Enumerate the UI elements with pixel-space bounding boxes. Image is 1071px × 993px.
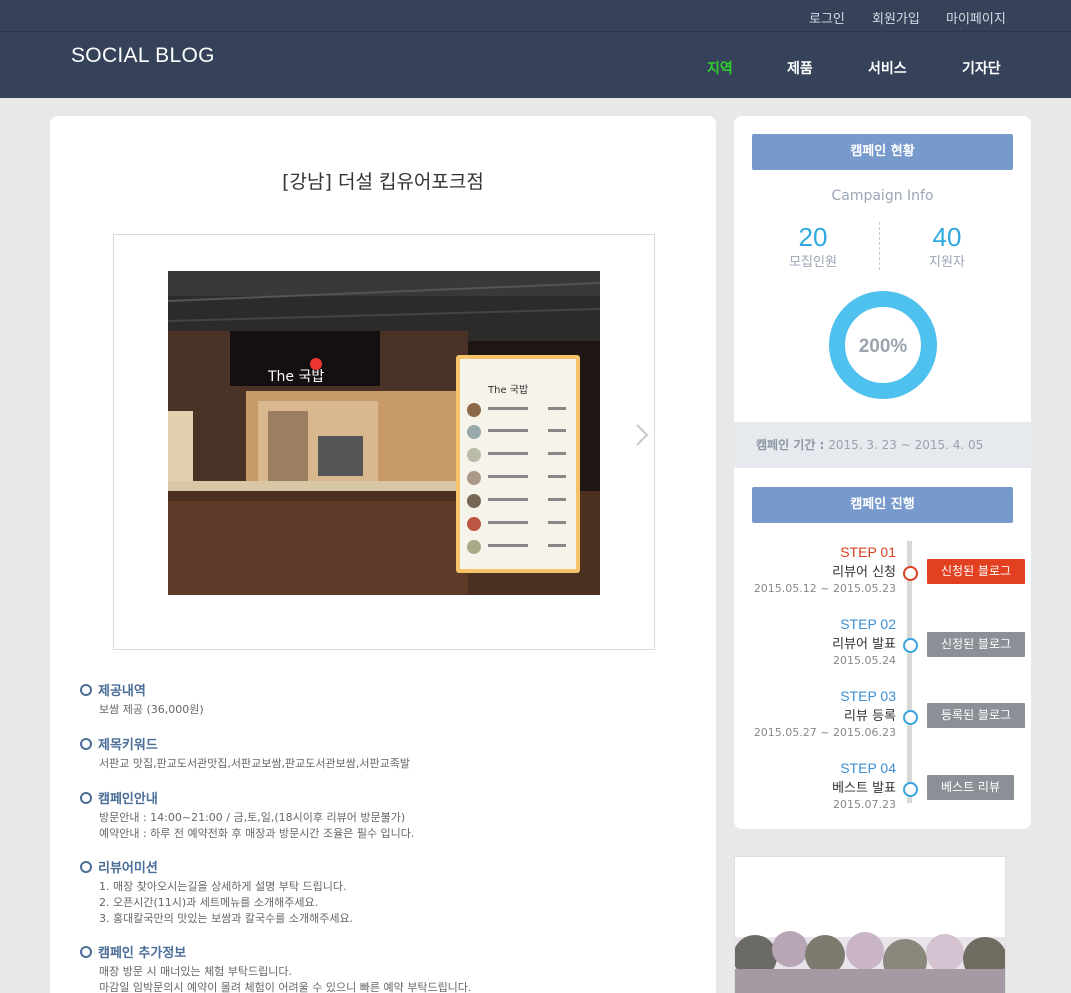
applicant-label: 지원자 xyxy=(929,255,965,270)
stat-divider xyxy=(879,222,880,270)
ratio-donut-chart: 200% xyxy=(829,291,937,399)
step-01-dot xyxy=(903,566,918,581)
section-campaign-guide: 캠페인안내 방문안내 : 14:00~21:00 / 금,토,일,(18시이후 … xyxy=(80,788,414,842)
nav-region[interactable]: 지역 xyxy=(707,58,733,78)
step-date: 2015.05.24 xyxy=(833,654,896,667)
section-heading: 리뷰어미션 xyxy=(98,861,158,876)
circle-bullet-icon xyxy=(80,737,92,750)
registered-blog-button[interactable]: 등록된 블로그 xyxy=(927,703,1026,728)
applied-blog-button[interactable]: 신청된 블로그 xyxy=(927,559,1026,584)
login-link[interactable]: 로그인 xyxy=(809,8,845,27)
step-03: STEP 03 리뷰 등록 2015.05.27 ~ 2015.06.23 xyxy=(734,688,896,739)
step-name: 베스트 발표 xyxy=(832,781,896,796)
section-line: 방문안내 : 14:00~21:00 / 금,토,일,(18시이후 리뷰어 방문… xyxy=(99,811,406,824)
step-date: 2015.05.12 ~ 2015.05.23 xyxy=(753,582,896,595)
circle-bullet-icon xyxy=(80,945,92,958)
section-line: 예약안내 : 하루 전 예약전화 후 매장과 방문시간 조율은 필수 입니다. xyxy=(99,827,415,840)
step-number: STEP 03 xyxy=(840,688,896,704)
section-line: 서판교 맛집,판교도서관맛집,서판교보쌈,판교도서관보쌈,서판교족발 xyxy=(99,757,410,770)
side-banner[interactable] xyxy=(734,856,1006,993)
step-date: 2015.07.23 xyxy=(833,798,896,811)
step-date: 2015.05.27 ~ 2015.06.23 xyxy=(753,726,896,739)
svg-text:The 국밥: The 국밥 xyxy=(487,384,528,396)
chevron-right-icon[interactable] xyxy=(623,415,663,455)
page-title: [강남] 더설 킵유어포크점 xyxy=(282,171,484,193)
signup-link[interactable]: 회원가입 xyxy=(872,8,920,27)
header-divider xyxy=(0,31,1071,32)
nav-product[interactable]: 제품 xyxy=(787,58,813,78)
circle-bullet-icon xyxy=(80,683,92,696)
campaign-detail-card: [강남] 더설 킵유어포크점 The 국밥 The 국밥 제공내역 보쌈 제공 … xyxy=(50,116,716,993)
photo-sign-text: The 국밥 xyxy=(267,369,324,385)
section-provision: 제공내역 보쌈 제공 (36,000원) xyxy=(80,680,204,718)
section-heading: 캠페인 추가정보 xyxy=(98,946,187,961)
campaign-info-subtitle: Campaign Info xyxy=(831,188,934,204)
step-name: 리뷰어 발표 xyxy=(832,637,896,652)
step-number: STEP 02 xyxy=(840,616,896,632)
section-keywords: 제목키워드 서판교 맛집,판교도서관맛집,서판교보쌈,판교도서관보쌈,서판교족발 xyxy=(80,734,410,772)
recruit-count: 20 xyxy=(798,222,828,252)
period-value: 2015. 3. 23 ~ 2015. 4. 05 xyxy=(828,438,984,452)
nav-reporters[interactable]: 기자단 xyxy=(962,58,1001,78)
step-number: STEP 01 xyxy=(840,544,896,560)
step-01: STEP 01 리뷰어 신청 2015.05.12 ~ 2015.05.23 xyxy=(734,544,896,595)
step-02: STEP 02 리뷰어 발표 2015.05.24 xyxy=(734,616,896,667)
best-review-button[interactable]: 베스트 리뷰 xyxy=(927,775,1015,800)
step-name: 리뷰어 신청 xyxy=(832,565,896,580)
photo-slider: The 국밥 The 국밥 xyxy=(113,234,655,650)
section-extra-info: 캠페인 추가정보 매장 방문 시 매너있는 체험 부탁드립니다. 마감일 임박문… xyxy=(80,942,471,993)
step-04-dot xyxy=(903,782,918,797)
step-04: STEP 04 베스트 발표 2015.07.23 xyxy=(734,760,896,811)
circle-bullet-icon xyxy=(80,791,92,804)
campaign-sidebar: 캠페인 현황 Campaign Info 20 모집인원 40 지원자 200%… xyxy=(734,116,1031,829)
section-line: 마감일 임박문의시 예약이 몰려 체험이 어려울 수 있으니 빠른 예약 부탁드… xyxy=(99,981,472,993)
applicant-stat: 40 지원자 xyxy=(887,222,1007,270)
campaign-period: 캠페인 기간 : 2015. 3. 23 ~ 2015. 4. 05 xyxy=(734,422,1031,468)
recruit-label: 모집인원 xyxy=(789,255,837,270)
recruit-stat: 20 모집인원 xyxy=(753,222,873,270)
section-reviewer-mission: 리뷰어미션 1. 매장 찾아오시는길을 상세하게 설명 부탁 드립니다. 2. … xyxy=(80,857,353,927)
step-03-dot xyxy=(903,710,918,725)
step-02-dot xyxy=(903,638,918,653)
ratio-text: 200% xyxy=(859,336,908,357)
section-line: 2. 오픈시간(11시)과 세트메뉴를 소개해주세요. xyxy=(99,896,319,909)
step-name: 리뷰 등록 xyxy=(844,709,896,724)
section-heading: 제공내역 xyxy=(98,684,146,699)
campaign-status-button[interactable]: 캠페인 현황 xyxy=(752,134,1013,170)
circle-bullet-icon xyxy=(80,860,92,873)
park-photo xyxy=(735,857,1005,993)
section-line: 보쌈 제공 (36,000원) xyxy=(99,703,204,716)
section-line: 매장 방문 시 매너있는 체험 부탁드립니다. xyxy=(99,965,293,978)
nav-service[interactable]: 서비스 xyxy=(868,58,907,78)
period-label: 캠페인 기간 : xyxy=(756,438,825,452)
selected-blog-button[interactable]: 신정된 블로그 xyxy=(927,632,1026,657)
section-heading: 제목키워드 xyxy=(98,738,158,753)
applicant-count: 40 xyxy=(932,222,962,252)
section-heading: 캠페인안내 xyxy=(98,792,158,807)
site-logo[interactable]: SOCIAL BLOG xyxy=(71,44,215,68)
section-line: 3. 홍대칼국만의 맛있는 보쌈과 칼국수를 소개해주세요. xyxy=(99,912,354,925)
section-line: 1. 매장 찾아오시는길을 상세하게 설명 부탁 드립니다. xyxy=(99,880,347,893)
restaurant-photo: The 국밥 The 국밥 xyxy=(168,271,600,595)
mypage-link[interactable]: 마이페이지 xyxy=(946,8,1006,27)
campaign-progress-button[interactable]: 캠페인 진행 xyxy=(752,487,1013,523)
top-header: 로그인 회원가입 마이페이지 SOCIAL BLOG 지역 제품 서비스 기자단 xyxy=(0,0,1071,98)
step-number: STEP 04 xyxy=(840,760,896,776)
